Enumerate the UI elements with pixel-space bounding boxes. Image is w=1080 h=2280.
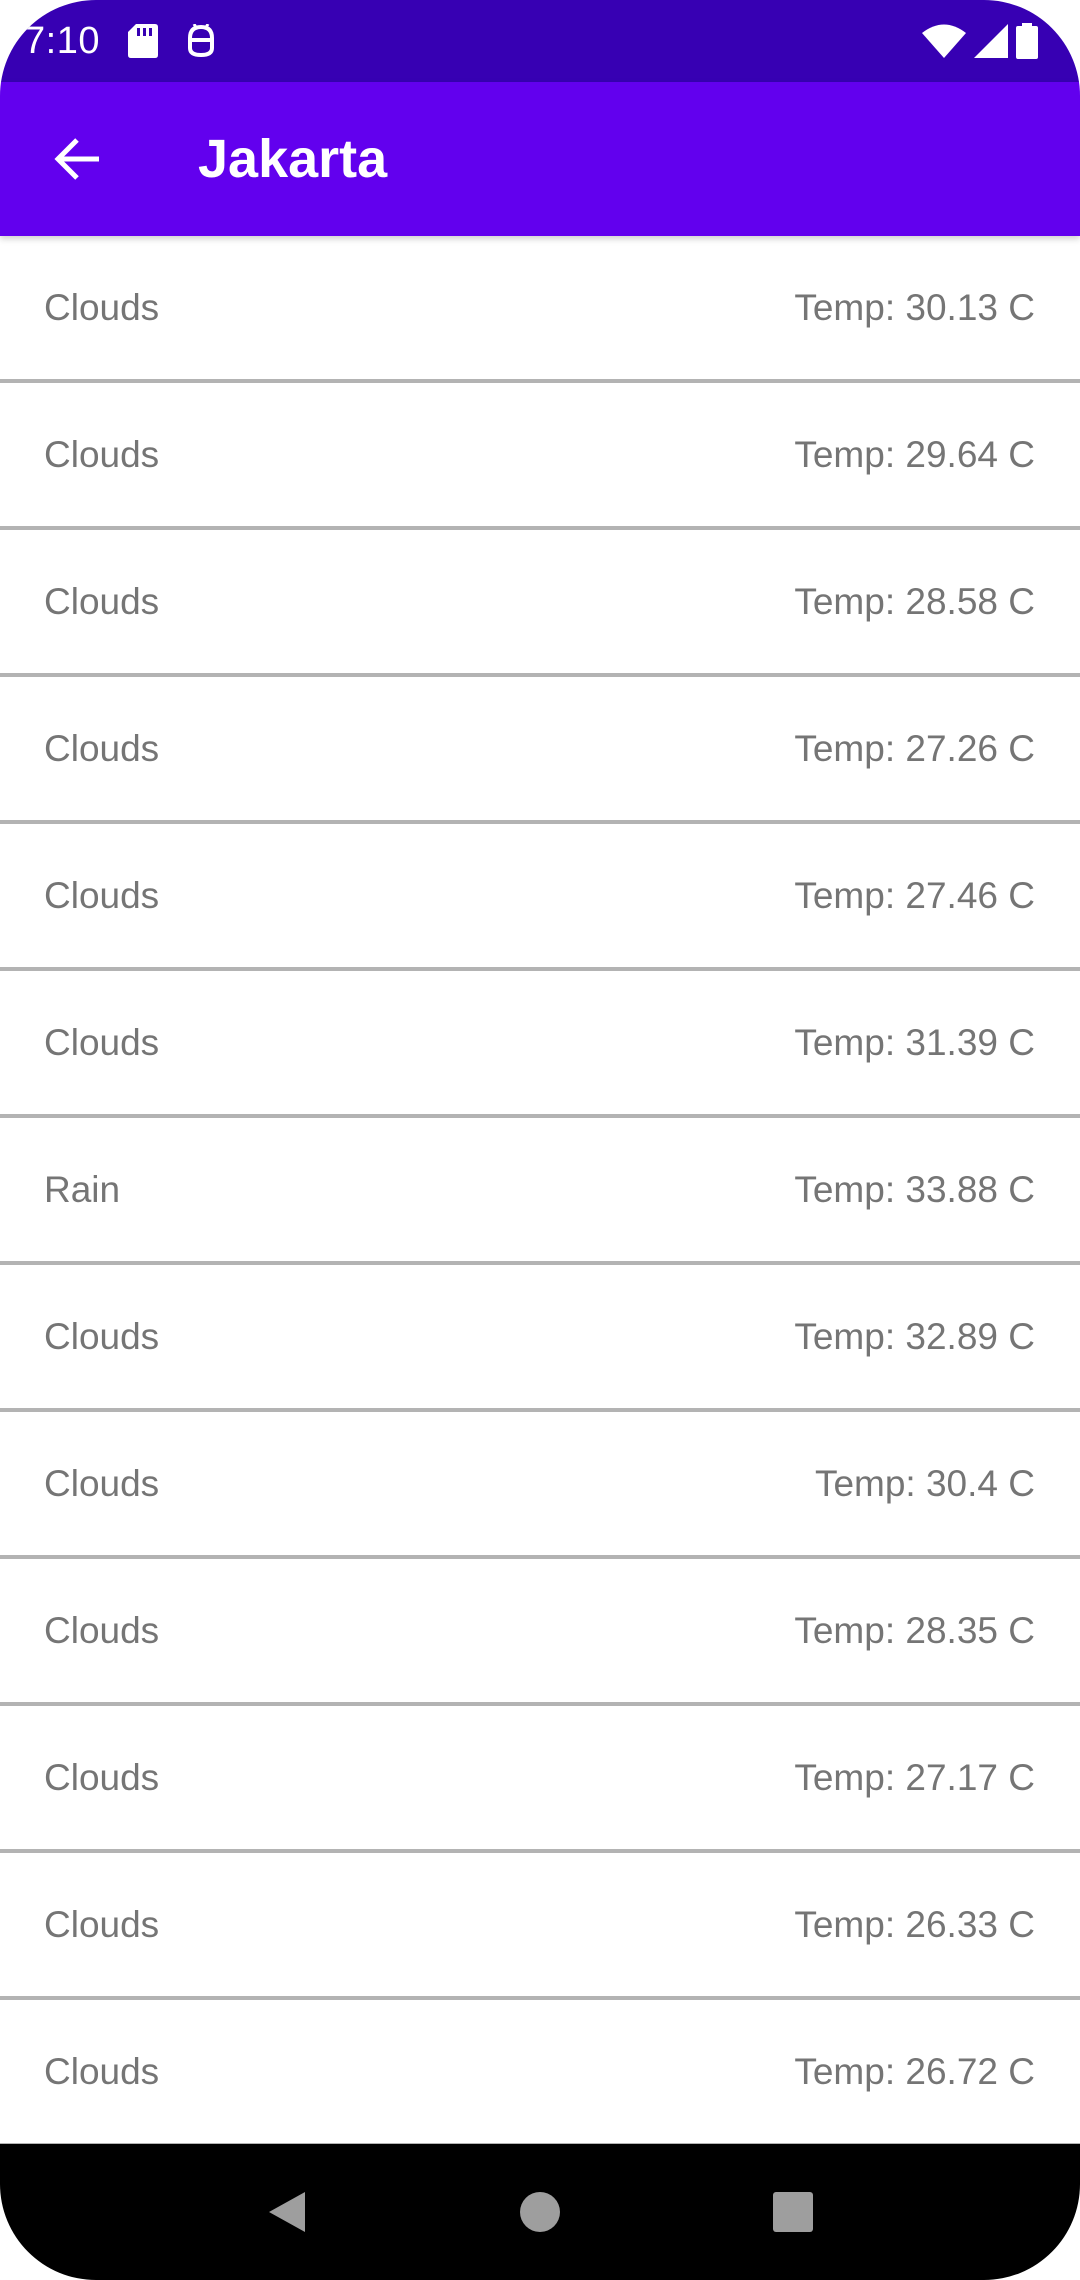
- list-item[interactable]: Clouds Temp: 27.17 C: [0, 1706, 1080, 1853]
- status-right: [922, 23, 1056, 59]
- weather-condition: Clouds: [44, 1315, 160, 1357]
- list-item[interactable]: Clouds Temp: 31.39 C: [0, 971, 1080, 1118]
- wifi-icon: [922, 24, 966, 58]
- weather-condition: Rain: [44, 1168, 121, 1210]
- temperature: Temp: 33.88 C: [794, 1168, 1035, 1210]
- forecast-list[interactable]: Clouds Temp: 30.13 C Clouds Temp: 29.64 C Cl…: [0, 236, 1080, 2144]
- back-triangle-icon: [267, 2190, 307, 2234]
- weather-condition: Clouds: [44, 1903, 160, 1945]
- temperature: Temp: 29.64 C: [794, 433, 1035, 475]
- weather-condition: Clouds: [44, 1609, 160, 1651]
- nav-back-button[interactable]: [237, 2162, 337, 2262]
- status-time: 7:10: [24, 19, 100, 62]
- temperature: Temp: 28.58 C: [794, 580, 1035, 622]
- android-notification-icon: [186, 24, 216, 58]
- temperature: Temp: 26.33 C: [794, 1903, 1035, 1945]
- battery-icon: [1016, 23, 1038, 59]
- status-left: 7:10: [24, 20, 216, 63]
- phone-screen: 7:10 Jakarta Clouds Temp: 30.13 C Clouds…: [0, 0, 1080, 2280]
- weather-condition: Clouds: [44, 1756, 160, 1798]
- weather-condition: Clouds: [44, 2050, 160, 2092]
- recents-square-icon: [772, 2191, 814, 2233]
- temperature: Temp: 27.26 C: [794, 727, 1035, 769]
- temperature: Temp: 28.35 C: [794, 1609, 1035, 1651]
- weather-condition: Clouds: [44, 1462, 160, 1504]
- home-circle-icon: [519, 2191, 561, 2233]
- list-item[interactable]: Clouds Temp: 26.72 C: [0, 2000, 1080, 2144]
- page-title: Jakarta: [198, 129, 388, 189]
- temperature: Temp: 32.89 C: [794, 1315, 1035, 1357]
- list-item[interactable]: Clouds Temp: 28.58 C: [0, 530, 1080, 677]
- temperature: Temp: 30.13 C: [794, 286, 1035, 328]
- list-item[interactable]: Clouds Temp: 27.26 C: [0, 677, 1080, 824]
- weather-condition: Clouds: [44, 286, 160, 328]
- app-bar: Jakarta: [0, 82, 1080, 236]
- nav-recents-button[interactable]: [743, 2162, 843, 2262]
- weather-condition: Clouds: [44, 874, 160, 916]
- list-item[interactable]: Clouds Temp: 27.46 C: [0, 824, 1080, 971]
- weather-condition: Clouds: [44, 433, 160, 475]
- nav-home-button[interactable]: [490, 2162, 590, 2262]
- list-item[interactable]: Clouds Temp: 32.89 C: [0, 1265, 1080, 1412]
- temperature: Temp: 27.17 C: [794, 1756, 1035, 1798]
- list-item[interactable]: Clouds Temp: 28.35 C: [0, 1559, 1080, 1706]
- list-item[interactable]: Rain Temp: 33.88 C: [0, 1118, 1080, 1265]
- temperature: Temp: 27.46 C: [794, 874, 1035, 916]
- list-item[interactable]: Clouds Temp: 30.4 C: [0, 1412, 1080, 1559]
- sd-card-icon: [127, 24, 158, 58]
- list-item[interactable]: Clouds Temp: 26.33 C: [0, 1853, 1080, 2000]
- weather-condition: Clouds: [44, 727, 160, 769]
- temperature: Temp: 31.39 C: [794, 1021, 1035, 1063]
- temperature: Temp: 26.72 C: [794, 2050, 1035, 2092]
- temperature: Temp: 30.4 C: [814, 1462, 1035, 1504]
- navigation-bar: [0, 2144, 1080, 2280]
- status-bar: 7:10: [0, 0, 1080, 82]
- back-button[interactable]: [0, 82, 154, 236]
- list-item[interactable]: Clouds Temp: 29.64 C: [0, 383, 1080, 530]
- weather-condition: Clouds: [44, 1021, 160, 1063]
- cellular-signal-icon: [974, 24, 1008, 58]
- list-item[interactable]: Clouds Temp: 30.13 C: [0, 236, 1080, 383]
- weather-condition: Clouds: [44, 580, 160, 622]
- arrow-back-icon: [53, 137, 101, 181]
